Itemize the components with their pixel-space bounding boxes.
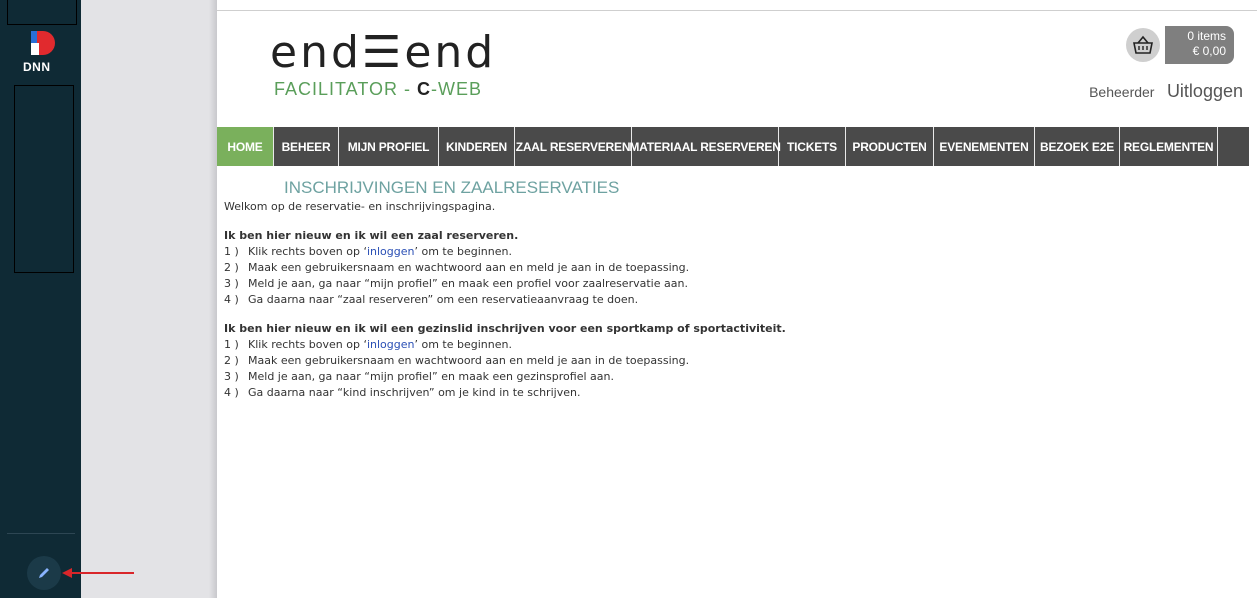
nav-zaal-reserveren[interactable]: ZAAL RESERVEREN: [515, 127, 632, 166]
step-text: Meld je aan, ga naar “mijn profiel” en m…: [248, 370, 614, 383]
intro-text: Welkom op de reservatie- en inschrijving…: [224, 200, 496, 213]
main-nav: HOME BEHEER MIJN PROFIEL KINDEREN ZAAL R…: [217, 127, 1249, 166]
step-number: 4 ): [224, 293, 239, 306]
list-item: 1 ) Klik rechts boven op ‘inloggen’ om te…: [224, 337, 1244, 353]
step-text-pre: Klik rechts boven op ‘: [248, 338, 367, 351]
step-number: 2 ): [224, 261, 239, 274]
page-title: INSCHRIJVINGEN EN ZAALRESERVATIES: [284, 178, 620, 197]
step-text: Meld je aan, ga naar “mijn profiel” en m…: [248, 277, 688, 290]
nav-mijn-profiel[interactable]: MIJN PROFIEL: [339, 127, 439, 166]
logo-sub-c: C: [417, 79, 432, 99]
pencil-icon: [39, 568, 49, 578]
edit-page-button[interactable]: [27, 556, 61, 590]
dnn-logo-text: DNN: [23, 60, 51, 74]
login-link[interactable]: inloggen: [367, 245, 415, 258]
step-number: 1 ): [224, 338, 239, 351]
nav-reglementen[interactable]: REGLEMENTEN: [1120, 127, 1218, 166]
nav-materiaal-reserveren[interactable]: MATERIAAL RESERVEREN: [629, 127, 781, 166]
list-item: 4 ) Ga daarna naar “kind inschrijven” om …: [224, 385, 1244, 401]
user-links: Beheerder Uitloggen: [1089, 81, 1243, 102]
logo-sub-prefix: FACILITATOR -: [274, 79, 418, 99]
nav-bezoek-e2e[interactable]: BEZOEK E2E: [1035, 127, 1120, 166]
list-item: 4 ) Ga daarna naar “zaal reserveren” om e…: [224, 292, 1244, 308]
section-heading-zaal: Ik ben hier nieuw en ik wil een zaal res…: [224, 229, 519, 242]
cart-total: € 0,00: [1192, 44, 1226, 58]
logo-sub-text: FACILITATOR - C-WEB: [274, 79, 482, 100]
screen: DNN end☰end FACILITATOR - C-WEB 0 items …: [0, 0, 1257, 598]
annotation-arrow-icon: [62, 568, 134, 578]
login-link[interactable]: inloggen: [367, 338, 415, 351]
logo-main-text: end☰end: [270, 27, 497, 78]
logo-sub-suffix: -WEB: [431, 79, 483, 99]
nav-beheer[interactable]: BEHEER: [274, 127, 339, 166]
step-number: 4 ): [224, 386, 239, 399]
nav-tickets[interactable]: TICKETS: [779, 127, 846, 166]
list-item: 1 ) Klik rechts boven op ‘inloggen’ om te…: [224, 244, 1244, 260]
step-text-post: ’ om te beginnen.: [414, 245, 512, 258]
persona-bar-divider: [7, 533, 75, 534]
user-profile-link[interactable]: Beheerder: [1089, 84, 1154, 100]
page-gutter-shadow: [209, 0, 217, 598]
page: end☰end FACILITATOR - C-WEB 0 items € 0,…: [217, 10, 1257, 598]
persona-bar-menu: [14, 85, 74, 273]
list-item: 3 ) Meld je aan, ga naar “mijn profiel” e…: [224, 276, 1244, 292]
content: INSCHRIJVINGEN EN ZAALRESERVATIES Welkom…: [224, 177, 1244, 401]
basket-icon[interactable]: [1126, 28, 1160, 62]
step-text: Maak een gebruikersnaam en wachtwoord aa…: [248, 354, 690, 367]
step-text: Ga daarna naar “zaal reserveren” om een …: [248, 293, 639, 306]
nav-evenementen[interactable]: EVENEMENTEN: [934, 127, 1035, 166]
list-item: 2 ) Maak een gebruikersnaam en wachtwoord…: [224, 353, 1244, 369]
persona-bar: DNN: [0, 0, 81, 598]
list-item: 2 ) Maak een gebruikersnaam en wachtwoord…: [224, 260, 1244, 276]
persona-bar-top-box: [7, 0, 77, 25]
logout-link[interactable]: Uitloggen: [1167, 81, 1243, 101]
nav-producten[interactable]: PRODUCTEN: [846, 127, 934, 166]
step-text-post: ’ om te beginnen.: [414, 338, 512, 351]
page-gutter: [81, 0, 213, 598]
step-text: Maak een gebruikersnaam en wachtwoord aa…: [248, 261, 690, 274]
site-logo[interactable]: end☰end FACILITATOR - C-WEB: [270, 27, 510, 100]
cart-items: 0 items: [1187, 29, 1226, 43]
list-item: 3 ) Meld je aan, ga naar “mijn profiel” e…: [224, 369, 1244, 385]
nav-home[interactable]: HOME: [217, 127, 274, 166]
cart-summary[interactable]: 0 items € 0,00: [1165, 26, 1234, 64]
step-number: 3 ): [224, 277, 239, 290]
section-heading-inschrijven: Ik ben hier nieuw en ik wil een gezinsli…: [224, 322, 786, 335]
step-number: 1 ): [224, 245, 239, 258]
nav-kinderen[interactable]: KINDEREN: [439, 127, 515, 166]
step-number: 3 ): [224, 370, 239, 383]
step-number: 2 ): [224, 354, 239, 367]
step-text: Ga daarna naar “kind inschrijven” om je …: [248, 386, 581, 399]
step-text-pre: Klik rechts boven op ‘: [248, 245, 367, 258]
